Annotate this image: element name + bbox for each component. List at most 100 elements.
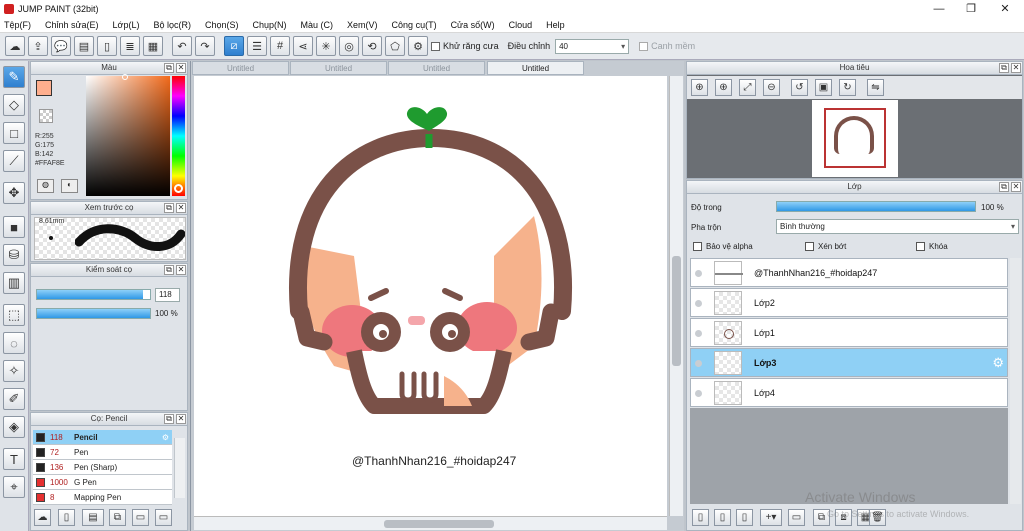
- text-tool-icon[interactable]: T: [3, 448, 25, 470]
- gear-icon[interactable]: ⚙: [992, 355, 1004, 371]
- rotate-right-icon[interactable]: ↻: [839, 79, 856, 96]
- clip-option[interactable]: Xén bớt: [805, 242, 846, 252]
- panel-close-icon[interactable]: ✕: [176, 203, 186, 213]
- fit-window-icon[interactable]: ⤢: [739, 79, 756, 96]
- brush-list-scrollbar[interactable]: [174, 438, 185, 498]
- protect-alpha-option[interactable]: Bảo vệ alpha: [693, 242, 753, 252]
- menu-filter[interactable]: Bộ lọc(R): [153, 20, 191, 30]
- layer-row[interactable]: Lớp2: [690, 288, 1008, 317]
- horizontal-scrollbar[interactable]: [194, 516, 667, 530]
- panel-close-icon[interactable]: ✕: [1011, 63, 1021, 73]
- document-tab[interactable]: Untitled: [290, 61, 387, 75]
- layer-row[interactable]: Lớp1: [690, 318, 1008, 347]
- gear-icon[interactable]: ⚙: [162, 433, 169, 442]
- cloud-icon[interactable]: ☁: [5, 36, 25, 56]
- document-tab-active[interactable]: Untitled: [487, 61, 584, 75]
- perspective-icon[interactable]: ⋖: [293, 36, 313, 56]
- document-tab[interactable]: Untitled: [192, 61, 289, 75]
- undock-icon[interactable]: ⧉: [999, 63, 1009, 73]
- brush-size-slider[interactable]: [36, 289, 151, 300]
- lasso-tool-icon[interactable]: ◌: [3, 332, 25, 354]
- reset-view-icon[interactable]: ▣: [815, 79, 832, 96]
- menu-layer[interactable]: Lớp(L): [113, 20, 140, 30]
- page-icon[interactable]: ▯: [97, 36, 117, 56]
- redo-icon[interactable]: ↷: [195, 36, 215, 56]
- undock-icon[interactable]: ⧉: [999, 182, 1009, 192]
- select-rect-tool-icon[interactable]: ⬚: [3, 304, 25, 326]
- radial-icon[interactable]: ✳: [316, 36, 336, 56]
- visibility-icon[interactable]: [695, 270, 702, 277]
- menu-edit[interactable]: Chỉnh sửa(E): [45, 20, 99, 30]
- document-tab[interactable]: Untitled: [388, 61, 485, 75]
- new-layer-icon[interactable]: ▯: [692, 509, 709, 526]
- select-eraser-tool-icon[interactable]: ◈: [3, 416, 25, 438]
- menu-file[interactable]: Tệp(F): [4, 20, 31, 30]
- protect-alpha-checkbox[interactable]: [693, 242, 702, 252]
- select-pen-tool-icon[interactable]: ✐: [3, 388, 25, 410]
- panel-close-icon[interactable]: ✕: [176, 63, 186, 73]
- brush-row[interactable]: 72 Pen: [33, 445, 172, 460]
- drawing-canvas[interactable]: @ThanhNhan216_#hoidap247: [194, 76, 667, 516]
- grid-settings-icon[interactable]: ▦: [143, 36, 163, 56]
- layer-row-selected[interactable]: Lớp3 ⚙: [690, 348, 1008, 377]
- curve-icon[interactable]: ⟲: [362, 36, 382, 56]
- palette-icon[interactable]: ◍: [37, 179, 54, 193]
- menu-cloud[interactable]: Cloud: [509, 20, 533, 30]
- restore-button[interactable]: ❐: [956, 0, 986, 17]
- document-icon[interactable]: ≣: [120, 36, 140, 56]
- zoom-out-icon[interactable]: ⊖: [763, 79, 780, 96]
- menu-tools[interactable]: Công cụ(T): [392, 20, 437, 30]
- brush-opacity-slider[interactable]: [36, 308, 151, 319]
- undo-icon[interactable]: ↶: [172, 36, 192, 56]
- main-color-swatch[interactable]: [36, 80, 52, 96]
- panel-close-icon[interactable]: ✕: [1011, 182, 1021, 192]
- undock-icon[interactable]: ⧉: [164, 63, 174, 73]
- comment-icon[interactable]: 💬: [51, 36, 71, 56]
- brush-size-input[interactable]: 118: [155, 288, 180, 302]
- menu-select[interactable]: Chọn(S): [205, 20, 239, 30]
- layer-row[interactable]: @ThanhNhan216_#hoidap247: [690, 258, 1008, 287]
- hue-cursor[interactable]: [174, 184, 183, 193]
- visibility-icon[interactable]: [695, 360, 702, 367]
- hue-slider[interactable]: [172, 76, 185, 196]
- panel-close-icon[interactable]: ✕: [176, 414, 186, 424]
- undock-icon[interactable]: ⧉: [164, 265, 174, 275]
- concentric-icon[interactable]: ◎: [339, 36, 359, 56]
- parallel-lines-icon[interactable]: ☰: [247, 36, 267, 56]
- zoom-in-icon[interactable]: ⊕: [715, 79, 732, 96]
- grid-snap-icon[interactable]: #: [270, 36, 290, 56]
- new-layer-3-icon[interactable]: ▯: [736, 509, 753, 526]
- fill-rect-tool-icon[interactable]: ■: [3, 216, 25, 238]
- eyedropper-tool-icon[interactable]: ⌖: [3, 476, 25, 498]
- eraser-tool-icon[interactable]: ◇: [3, 94, 25, 116]
- brush-tool-icon[interactable]: ✎: [3, 66, 25, 88]
- no-snap-icon[interactable]: ⧄: [224, 36, 244, 56]
- gradient-tool-icon[interactable]: ▥: [3, 272, 25, 294]
- undock-icon[interactable]: ⧉: [164, 414, 174, 424]
- shape-icon[interactable]: ⬠: [385, 36, 405, 56]
- clip-checkbox[interactable]: [805, 242, 814, 252]
- vertical-scroll-thumb[interactable]: [672, 256, 681, 366]
- settings-icon[interactable]: ⚙: [408, 36, 428, 56]
- line-tool-icon[interactable]: ⟋: [3, 150, 25, 172]
- magic-wand-tool-icon[interactable]: ✧: [3, 360, 25, 382]
- new-brush-icon[interactable]: ▯: [58, 509, 75, 526]
- close-button[interactable]: ✕: [990, 0, 1020, 17]
- rectangle-tool-icon[interactable]: □: [3, 122, 25, 144]
- brush-row[interactable]: 118 Pencil ⚙: [33, 430, 172, 445]
- color-set-icon[interactable]: ◐: [61, 179, 78, 193]
- brush-folder-icon[interactable]: ▭: [132, 509, 149, 526]
- menu-window[interactable]: Cửa số(W): [451, 20, 495, 30]
- layer-opacity-slider[interactable]: [776, 201, 976, 212]
- move-tool-icon[interactable]: ✥: [3, 182, 25, 204]
- export-icon[interactable]: ⇪: [28, 36, 48, 56]
- rotate-left-icon[interactable]: ↺: [791, 79, 808, 96]
- navigator-thumbnail[interactable]: [812, 100, 898, 177]
- menu-help[interactable]: Help: [546, 20, 565, 30]
- saturation-value-picker[interactable]: [86, 76, 170, 196]
- adjust-dropdown[interactable]: 40 ▾: [555, 38, 630, 54]
- panel-close-icon[interactable]: ✕: [176, 265, 186, 275]
- lock-checkbox[interactable]: [916, 242, 925, 252]
- menu-view[interactable]: Xem(V): [347, 20, 378, 30]
- menu-color[interactable]: Màu (C): [301, 20, 334, 30]
